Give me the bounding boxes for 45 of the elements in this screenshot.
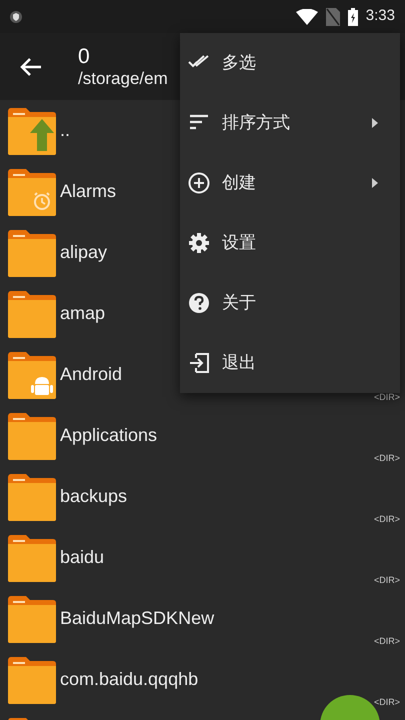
folder-icon (8, 412, 56, 460)
folder-icon (8, 168, 56, 216)
exit-icon (188, 352, 210, 374)
folder-icon (8, 290, 56, 338)
folder-path: /storage/em (78, 68, 168, 88)
file-name[interactable]: BaiduMapSDKNew (60, 605, 214, 632)
file-name[interactable]: baidu (60, 544, 104, 571)
menu-item[interactable]: 排序方式 (180, 93, 400, 153)
folder-icon (8, 350, 56, 398)
menu-item[interactable]: 多选 (180, 33, 400, 93)
help-icon (188, 292, 210, 314)
menu-item[interactable]: 设置 (180, 213, 400, 273)
time-text: 3:33 (366, 6, 395, 26)
folder-icon (8, 228, 56, 276)
file-name[interactable]: Alarms (60, 178, 116, 205)
folder-icon (8, 534, 56, 582)
folder-icon (8, 472, 56, 520)
file-type: <DIR> (374, 634, 400, 648)
folder-title: 0 (78, 44, 91, 68)
file-name[interactable]: alipay (60, 239, 108, 266)
settings-icon (188, 232, 210, 254)
file-type: <DIR> (374, 696, 400, 708)
shield-icon (10, 10, 22, 24)
file-name[interactable]: amap (60, 300, 106, 327)
file-name[interactable]: Applications (60, 422, 158, 449)
file-type: <DIR> (374, 390, 400, 404)
parent-folder-icon (8, 106, 56, 154)
menu-item[interactable]: 关于 (180, 273, 400, 333)
folder-icon (8, 656, 56, 704)
add-icon (188, 172, 210, 194)
file-name[interactable]: .. (60, 117, 70, 144)
menu-item[interactable]: 退出 (180, 333, 400, 393)
no-sim-icon (326, 8, 340, 26)
menu-item[interactable]: 创建 (180, 153, 400, 213)
file-name[interactable]: com.baidu.qqqhb (60, 666, 198, 693)
file-type: <DIR> (374, 512, 400, 526)
folder-icon (8, 594, 56, 642)
back-arrow-icon (20, 56, 42, 76)
file-name[interactable]: backups (60, 483, 128, 510)
back-button[interactable] (20, 56, 42, 76)
battery-icon (348, 8, 358, 26)
file-type: <DIR> (374, 452, 400, 464)
file-name[interactable]: Android (60, 361, 122, 388)
file-type: <DIR> (374, 574, 400, 586)
wifi-icon (296, 8, 318, 24)
